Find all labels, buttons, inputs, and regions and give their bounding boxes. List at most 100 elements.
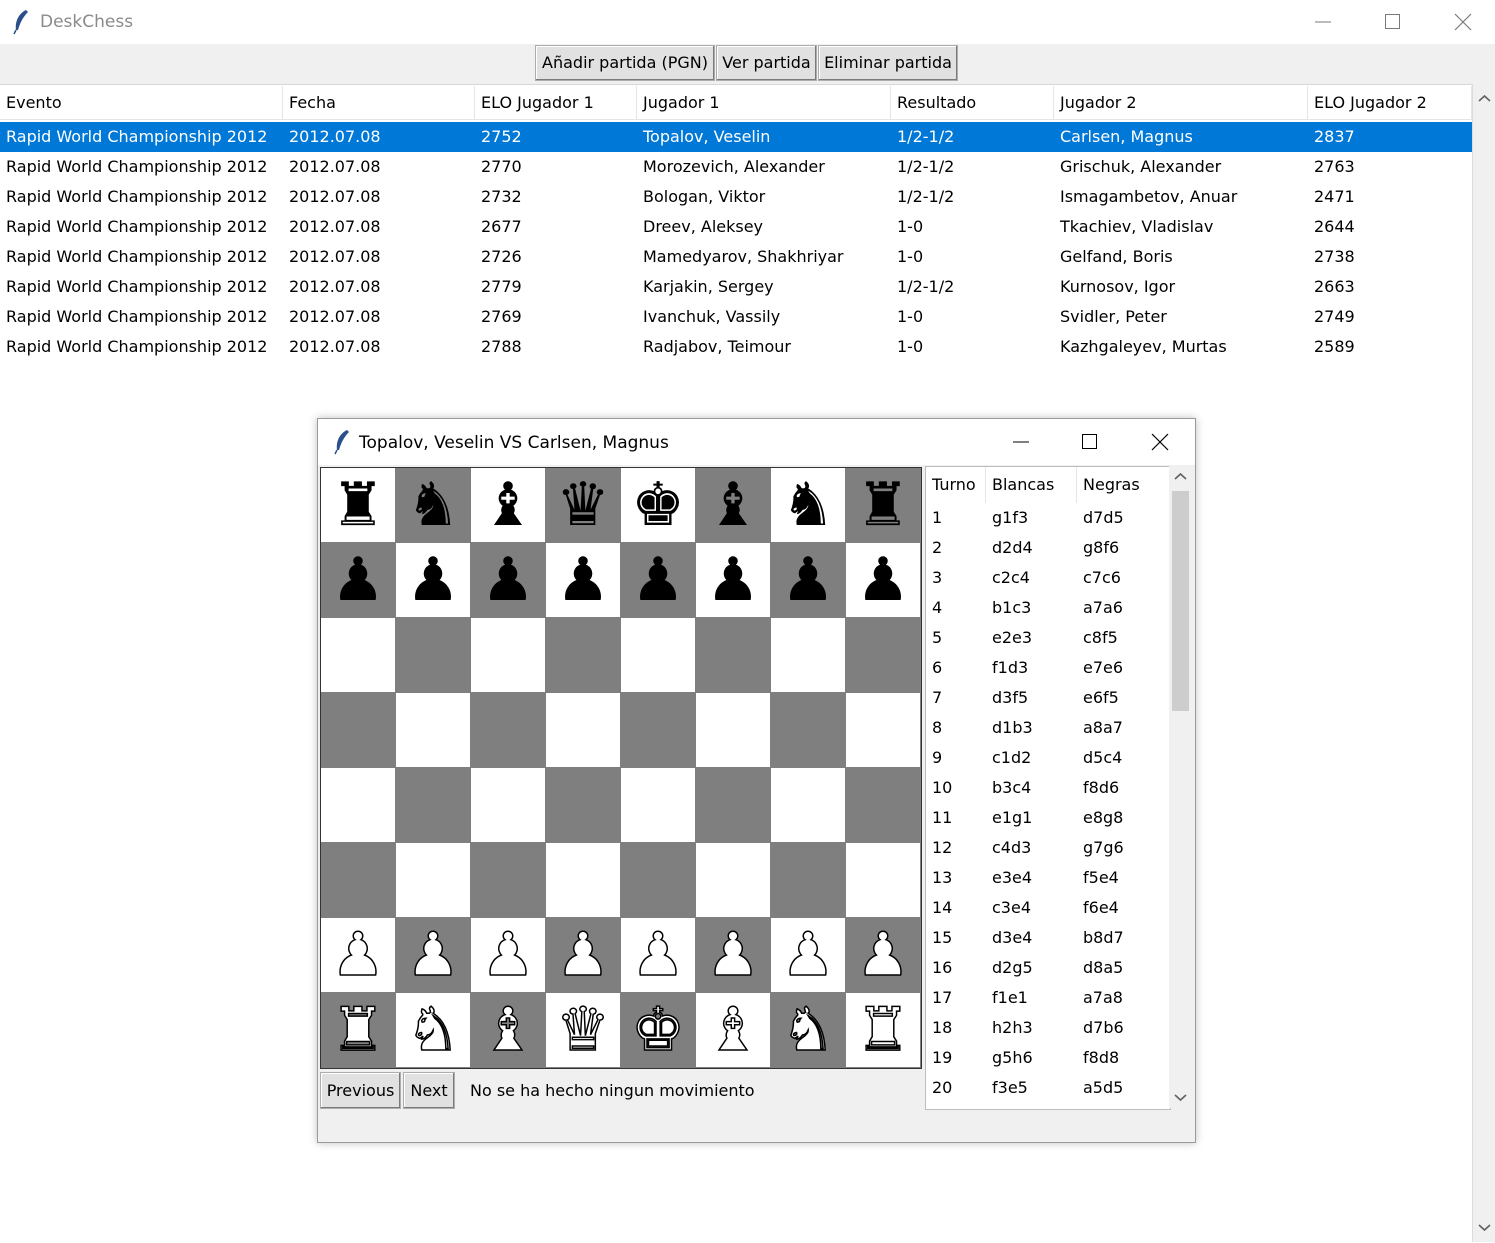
square-g5[interactable]: [771, 693, 846, 768]
list-item[interactable]: 6 f1d3 e7e6: [926, 653, 1170, 683]
square-g3[interactable]: [771, 843, 846, 918]
black-pawn-icon[interactable]: ♟: [781, 545, 835, 615]
moves-table[interactable]: Turno Blancas Negras 1 g1f3 d7d5 2 d2d4 g8f6 3…: [925, 466, 1171, 1110]
list-item[interactable]: 7 d3f5 e6f5: [926, 683, 1170, 713]
black-pawn-icon[interactable]: ♟: [706, 545, 760, 615]
square-b2[interactable]: ♟: [396, 918, 471, 993]
square-f6[interactable]: [696, 618, 771, 693]
black-pawn-icon[interactable]: ♟: [556, 545, 610, 615]
scroll-down-icon[interactable]: [1169, 1086, 1192, 1108]
list-item[interactable]: 8 d1b3 a8a7: [926, 713, 1170, 743]
list-item[interactable]: 10 b3c4 f8d6: [926, 773, 1170, 803]
square-a6[interactable]: [321, 618, 396, 693]
white-pawn-icon[interactable]: ♟: [855, 919, 910, 991]
square-a4[interactable]: [321, 768, 396, 843]
next-button[interactable]: Next: [403, 1072, 455, 1109]
square-a7[interactable]: ♟: [321, 543, 396, 618]
scroll-down-icon[interactable]: [1473, 1216, 1495, 1238]
square-g1[interactable]: ♞: [771, 993, 846, 1068]
square-c5[interactable]: [471, 693, 546, 768]
square-b8[interactable]: ♞: [396, 468, 471, 543]
square-c6[interactable]: [471, 618, 546, 693]
black-rook-icon[interactable]: ♜: [856, 470, 910, 540]
square-h3[interactable]: [846, 843, 921, 918]
square-d3[interactable]: [546, 843, 621, 918]
table-row[interactable]: Rapid World Championship 2012 2012.07.08 2…: [0, 122, 1472, 152]
square-g6[interactable]: [771, 618, 846, 693]
square-b5[interactable]: [396, 693, 471, 768]
square-e3[interactable]: [621, 843, 696, 918]
square-h6[interactable]: [846, 618, 921, 693]
list-item[interactable]: 19 g5h6 f8d8: [926, 1043, 1170, 1073]
list-item[interactable]: 12 c4d3 g7g6: [926, 833, 1170, 863]
square-e8[interactable]: ♚: [621, 468, 696, 543]
square-b6[interactable]: [396, 618, 471, 693]
white-pawn-icon[interactable]: ♟: [555, 919, 610, 991]
list-item[interactable]: 4 b1c3 a7a6: [926, 593, 1170, 623]
list-item[interactable]: 20 f3e5 a5d5: [926, 1073, 1170, 1103]
black-pawn-icon[interactable]: ♟: [856, 545, 910, 615]
previous-button[interactable]: Previous: [320, 1072, 401, 1109]
square-e6[interactable]: [621, 618, 696, 693]
square-d4[interactable]: [546, 768, 621, 843]
square-f7[interactable]: ♟: [696, 543, 771, 618]
square-e2[interactable]: ♟: [621, 918, 696, 993]
column-header-elo1[interactable]: ELO Jugador 1: [475, 86, 637, 120]
column-header-player1[interactable]: Jugador 1: [637, 86, 891, 120]
minimize-icon[interactable]: [1012, 434, 1030, 450]
square-d7[interactable]: ♟: [546, 543, 621, 618]
square-h4[interactable]: [846, 768, 921, 843]
square-b7[interactable]: ♟: [396, 543, 471, 618]
white-bishop-icon[interactable]: ♝: [705, 994, 760, 1066]
white-rook-icon[interactable]: ♜: [330, 994, 385, 1066]
black-knight-icon[interactable]: ♞: [406, 470, 460, 540]
list-item[interactable]: 5 e2e3 c8f5: [926, 623, 1170, 653]
table-row[interactable]: Rapid World Championship 2012 2012.07.08 2…: [0, 302, 1472, 332]
list-item[interactable]: 18 h2h3 d7b6: [926, 1013, 1170, 1043]
games-table-scrollbar[interactable]: [1472, 84, 1495, 1242]
square-f8[interactable]: ♝: [696, 468, 771, 543]
column-header-result[interactable]: Resultado: [891, 86, 1054, 120]
white-pawn-icon[interactable]: ♟: [705, 919, 760, 991]
square-e5[interactable]: [621, 693, 696, 768]
maximize-icon[interactable]: [1384, 13, 1402, 31]
white-knight-icon[interactable]: ♞: [780, 994, 835, 1066]
square-c3[interactable]: [471, 843, 546, 918]
square-g4[interactable]: [771, 768, 846, 843]
moves-header-turn[interactable]: Turno: [926, 467, 986, 503]
moves-header-black[interactable]: Negras: [1077, 467, 1170, 503]
white-rook-icon[interactable]: ♜: [855, 994, 910, 1066]
white-pawn-icon[interactable]: ♟: [330, 919, 385, 991]
list-item[interactable]: 1 g1f3 d7d5: [926, 503, 1170, 533]
square-h1[interactable]: ♜: [846, 993, 921, 1068]
black-pawn-icon[interactable]: ♟: [331, 545, 385, 615]
square-c1[interactable]: ♝: [471, 993, 546, 1068]
square-d6[interactable]: [546, 618, 621, 693]
square-c4[interactable]: [471, 768, 546, 843]
table-row[interactable]: Rapid World Championship 2012 2012.07.08 2…: [0, 182, 1472, 212]
white-pawn-icon[interactable]: ♟: [780, 919, 835, 991]
moves-scrollbar[interactable]: [1169, 466, 1192, 1108]
square-g7[interactable]: ♟: [771, 543, 846, 618]
black-queen-icon[interactable]: ♛: [556, 470, 610, 540]
square-f4[interactable]: [696, 768, 771, 843]
close-icon[interactable]: [1454, 13, 1472, 31]
black-pawn-icon[interactable]: ♟: [631, 545, 685, 615]
list-item[interactable]: 2 d2d4 g8f6: [926, 533, 1170, 563]
square-a2[interactable]: ♟: [321, 918, 396, 993]
black-king-icon[interactable]: ♚: [631, 470, 685, 540]
list-item[interactable]: 14 c3e4 f6e4: [926, 893, 1170, 923]
moves-header-white[interactable]: Blancas: [986, 467, 1077, 503]
list-item[interactable]: 13 e3e4 f5e4: [926, 863, 1170, 893]
white-pawn-icon[interactable]: ♟: [405, 919, 460, 991]
list-item[interactable]: 16 d2g5 d8a5: [926, 953, 1170, 983]
square-h7[interactable]: ♟: [846, 543, 921, 618]
table-row[interactable]: Rapid World Championship 2012 2012.07.08 2…: [0, 332, 1472, 362]
square-d5[interactable]: [546, 693, 621, 768]
square-b3[interactable]: [396, 843, 471, 918]
table-row[interactable]: Rapid World Championship 2012 2012.07.08 2…: [0, 212, 1472, 242]
square-a5[interactable]: [321, 693, 396, 768]
column-header-event[interactable]: Evento: [0, 86, 283, 120]
list-item[interactable]: 9 c1d2 d5c4: [926, 743, 1170, 773]
square-f2[interactable]: ♟: [696, 918, 771, 993]
